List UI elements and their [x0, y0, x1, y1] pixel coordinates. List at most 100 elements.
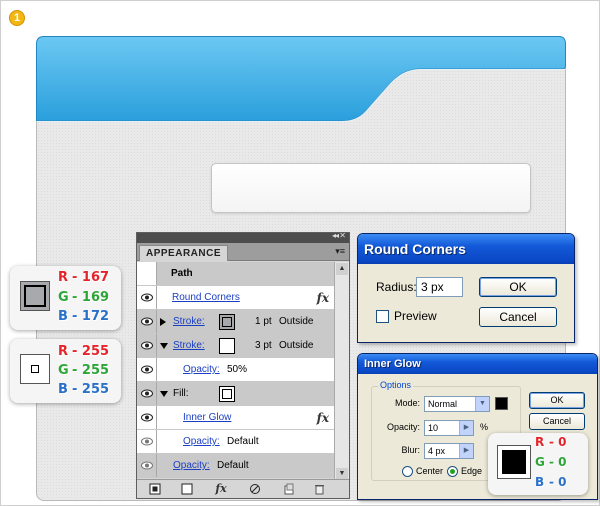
opacity-link[interactable]: Opacity:: [183, 436, 220, 447]
opacity-row-fill[interactable]: Opacity: Default: [137, 430, 335, 454]
edge-label: Edge: [461, 466, 483, 476]
add-stroke-icon[interactable]: [149, 483, 161, 495]
color-card-black: R- 0 G- 0 B- 0: [488, 433, 588, 495]
clear-appearance-icon[interactable]: [249, 483, 261, 495]
opacity-row-object[interactable]: Opacity: Default: [137, 454, 335, 478]
chevron-right-icon[interactable]: ▶: [459, 444, 473, 458]
glow-color-swatch[interactable]: [495, 397, 508, 410]
visibility-eye-icon[interactable]: [137, 430, 157, 453]
rgb-red: R- 167: [58, 270, 110, 285]
opacity-link[interactable]: Opacity:: [173, 460, 210, 471]
swatch-gray: [20, 281, 50, 311]
appearance-panel: ◂◂ ✕ APPEARANCE ▾≡ Path Round Corners fx: [136, 231, 350, 499]
ok-button[interactable]: OK: [479, 277, 557, 297]
scroll-up-icon[interactable]: ▲: [336, 263, 348, 275]
expand-triangle-icon[interactable]: [160, 318, 166, 326]
visibility-eye-icon[interactable]: [137, 454, 157, 477]
mode-value: Normal: [428, 399, 458, 409]
stroke-swatch-white[interactable]: [219, 338, 235, 354]
rgb-red: R- 0: [535, 435, 567, 449]
stroke-swatch-gray[interactable]: [219, 314, 235, 330]
center-label: Center: [416, 466, 444, 476]
chevron-right-icon[interactable]: ▶: [459, 421, 473, 435]
rgb-green: G- 169: [58, 290, 110, 305]
inner-glow-link[interactable]: Inner Glow: [183, 412, 231, 423]
canvas: 1 R- 167 G- 169 B- 172 R - 255 G - 255 B…: [0, 0, 600, 506]
percent-unit: %: [480, 422, 489, 432]
chevron-down-icon[interactable]: ▼: [475, 397, 489, 411]
stroke-align: Outside: [279, 340, 314, 351]
collapse-icon[interactable]: ◂◂ ✕: [332, 231, 346, 240]
fill-label: Fill:: [173, 388, 189, 399]
panel-menu-icon[interactable]: ▾≡: [335, 246, 345, 257]
blur-label: Blur:: [401, 445, 420, 455]
opacity-row-stroke[interactable]: Opacity: 50%: [137, 358, 335, 382]
opacity-value: 10: [428, 423, 439, 433]
add-fill-icon[interactable]: [181, 483, 193, 495]
visibility-eye-icon[interactable]: [137, 358, 157, 381]
panel-topbar[interactable]: ◂◂ ✕: [137, 231, 349, 243]
collapse-triangle-icon[interactable]: [160, 391, 168, 397]
path-thumbnail: [137, 262, 157, 285]
visibility-eye-icon[interactable]: [137, 334, 157, 357]
stroke-weight: 1 pt: [255, 316, 272, 327]
radius-input[interactable]: 3 px: [416, 277, 463, 297]
path-label: Path: [171, 268, 193, 279]
opacity-value: 50%: [227, 364, 248, 375]
trash-icon[interactable]: [313, 483, 325, 495]
add-effect-fx-icon[interactable]: fx: [215, 483, 227, 495]
dialog-title: Inner Glow: [358, 354, 597, 374]
folder-tab: [36, 36, 566, 122]
rgb-green: G- 255: [58, 363, 110, 378]
cancel-button[interactable]: Cancel: [479, 307, 557, 327]
folder-window: [211, 163, 531, 213]
appearance-list: Path Round Corners fx Stroke: 1 pt Outsi…: [137, 262, 335, 478]
preview-checkbox[interactable]: [376, 310, 389, 323]
panel-bottom-toolbar: fx: [137, 479, 349, 498]
collapse-triangle-icon[interactable]: [160, 343, 168, 349]
panel-scrollbar[interactable]: ▲ ▼: [334, 262, 349, 481]
color-card-white: R- 255 G- 255 B- 255: [10, 339, 121, 403]
opacity-input[interactable]: 10 ▶: [424, 420, 474, 436]
visibility-eye-icon[interactable]: [137, 406, 157, 429]
fill-row[interactable]: Fill:: [137, 382, 335, 406]
opacity-value: Default: [217, 460, 249, 471]
center-radio[interactable]: [402, 466, 413, 477]
visibility-eye-icon[interactable]: [137, 310, 157, 333]
rgb-blue: B- 255: [58, 382, 110, 397]
radius-label: Radius:: [376, 280, 417, 294]
blur-input[interactable]: 4 px ▶: [424, 443, 474, 459]
path-row[interactable]: Path: [137, 262, 335, 286]
fill-swatch[interactable]: [219, 386, 235, 402]
effect-row-inner-glow[interactable]: Inner Glow fx: [137, 406, 335, 430]
rgb-blue: B- 0: [535, 475, 567, 489]
stroke-row-2[interactable]: Stroke: 3 pt Outside: [137, 334, 335, 358]
round-corners-dialog: Round Corners Radius: 3 px Preview OK Ca…: [357, 233, 575, 343]
ok-button[interactable]: OK: [529, 392, 585, 409]
effect-row-round-corners[interactable]: Round Corners fx: [137, 286, 335, 310]
options-legend: Options: [378, 380, 414, 390]
stroke-row-1[interactable]: Stroke: 1 pt Outside: [137, 310, 335, 334]
opacity-value: Default: [227, 436, 259, 447]
opacity-label: Opacity:: [386, 422, 420, 432]
round-corners-link[interactable]: Round Corners: [172, 292, 240, 303]
color-card-gray: R- 167 G- 169 B- 172: [10, 266, 121, 330]
rgb-blue: B- 172: [58, 309, 110, 324]
duplicate-item-icon[interactable]: [283, 483, 295, 495]
cancel-button[interactable]: Cancel: [529, 413, 585, 430]
stroke-link[interactable]: Stroke:: [173, 316, 205, 327]
stroke-align: Outside: [279, 316, 314, 327]
step-badge: 1: [9, 10, 25, 26]
visibility-eye-icon[interactable]: [137, 286, 157, 309]
mode-select[interactable]: Normal ▼: [424, 396, 490, 412]
stroke-link[interactable]: Stroke:: [173, 340, 205, 351]
fx-icon: fx: [316, 411, 329, 425]
edge-radio[interactable]: [447, 466, 458, 477]
opacity-link[interactable]: Opacity:: [183, 364, 220, 375]
rgb-green: G- 0: [535, 455, 567, 469]
swatch-black: [497, 445, 531, 479]
fx-icon: fx: [316, 291, 329, 305]
tab-appearance[interactable]: APPEARANCE: [139, 245, 229, 261]
stroke-weight: 3 pt: [255, 340, 272, 351]
visibility-eye-icon[interactable]: [137, 382, 157, 405]
